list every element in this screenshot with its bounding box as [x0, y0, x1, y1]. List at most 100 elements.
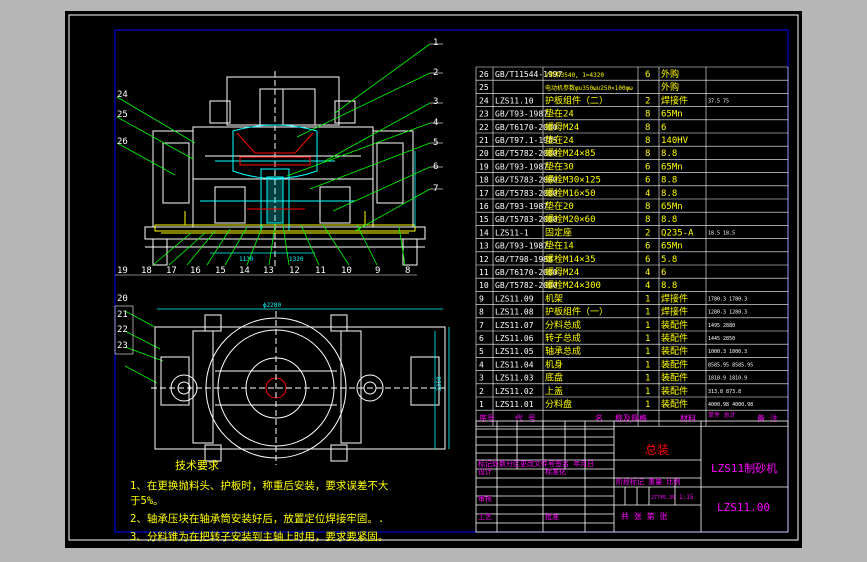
bom-header-spec: 称及规格	[615, 413, 647, 423]
bom-row-note: 5.8	[661, 255, 677, 265]
bom-row-qty: 4	[645, 189, 650, 199]
bom-row-no: 1	[479, 400, 484, 409]
tech-req-line-3: 2、轴承压块在轴承筒安装好后，放置定位焊接牢固。.	[130, 512, 384, 525]
plan-view	[151, 311, 446, 465]
bom-row-note: 装配件	[661, 332, 688, 344]
bom-row-code: LZS11.02	[495, 387, 534, 396]
bom-row-note: Q235-A	[661, 228, 694, 238]
bom-row-weight: 18.5 18.5	[708, 230, 735, 236]
bom-row-no: 25	[479, 83, 489, 92]
callout-18: 18	[141, 266, 152, 276]
callout-17: 17	[166, 266, 177, 276]
bom-row-code: LZS11.03	[495, 374, 534, 383]
bom-row-name: 螺栓M24×85	[545, 147, 596, 159]
callout-26: 26	[117, 137, 128, 147]
bom-row-qty: 8	[645, 149, 650, 159]
bom-row-qty: 6	[645, 162, 650, 172]
bom-row-name: 机架	[545, 292, 563, 304]
bom-row-no: 5	[479, 347, 484, 356]
bom-row-note: 焊接件	[661, 306, 688, 318]
bom-row-note: 8.8	[661, 176, 677, 186]
bom-row-name: 电动机参数φυ350ωυ250×100φω	[545, 84, 633, 92]
cad-drawing-sheet: 1130 1320 1 2 3 4 5 6 7 24 25 26 19 18 1…	[65, 11, 802, 548]
bom-row-no: 20	[479, 149, 489, 158]
bom-row-name: 垫在24	[545, 134, 574, 146]
bom-row-no: 21	[479, 136, 489, 145]
product-name: LZS11制砂机	[711, 461, 777, 475]
bom-row-no: 11	[479, 268, 489, 277]
label-approve: 批准	[545, 512, 559, 521]
bom-row-no: 4	[479, 360, 484, 369]
bom-row-note: 8.8	[661, 149, 677, 159]
callout-13: 13	[263, 266, 274, 276]
bom-row-qty: 1	[645, 334, 650, 344]
bom-row-no: 19	[479, 162, 489, 171]
bom-row-note: 外购	[661, 68, 679, 80]
bom-row-weight: 37.5 75	[708, 98, 729, 104]
bom-row-note: 8.8	[661, 281, 677, 291]
callout-3: 3	[433, 97, 438, 107]
callout-10: 10	[341, 266, 352, 276]
bom-row-name: 固定座	[545, 226, 572, 238]
callout-15: 15	[215, 266, 226, 276]
bom-row-name: 分料盘	[545, 398, 572, 410]
label-design: 设计	[478, 467, 492, 476]
bom-row-no: 13	[479, 242, 489, 251]
bom-row-note: 装配件	[661, 358, 688, 370]
bom-row-name: 分料总成	[545, 319, 581, 331]
bom-row-weight: 313.8 873.8	[708, 389, 741, 395]
callout-1: 1	[433, 38, 438, 48]
callout-21: 21	[117, 310, 128, 320]
bom-row-note: 6	[661, 123, 666, 133]
bom-row-no: 14	[479, 228, 489, 237]
left-motor-housing	[152, 130, 194, 228]
label-review: 审核	[478, 494, 492, 503]
bom-row-qty: 1	[645, 321, 650, 331]
bom-row-qty: 6	[645, 70, 650, 80]
bom-row-no: 16	[479, 202, 489, 211]
bom-row-code: LZS11.07	[495, 321, 534, 330]
bom-row-no: 17	[479, 189, 489, 198]
yellow-base-parts	[154, 211, 416, 234]
bom-row-no: 15	[479, 215, 489, 224]
bom-row-qty: 1	[645, 374, 650, 384]
rotor-shaft-detail	[200, 124, 355, 232]
bom-row-qty: 1	[645, 347, 650, 357]
bom-row-name: 螺栓M30×125	[545, 174, 601, 186]
bom-row-qty: 4	[645, 268, 650, 278]
bom-row-no: 8	[479, 308, 484, 317]
drawing-number: LZS11.00	[717, 501, 770, 514]
bom-row-qty: 1	[645, 308, 650, 318]
bom-row-note: 65Mn	[661, 110, 683, 120]
bom-header-material: 材料	[680, 413, 696, 423]
bom-row-note: 65Mn	[661, 202, 683, 212]
bom-row-qty: 2	[645, 96, 650, 106]
bom-row-note: 8.8	[661, 189, 677, 199]
bom-row-weight: 4000.98 4000.98	[708, 402, 753, 408]
bom-row-name: 垫在30	[545, 160, 574, 172]
label-standardize: 标准化	[545, 467, 566, 476]
tech-req-line-2: 于5%。	[130, 495, 164, 507]
bom-row-name: 轴承总成	[545, 345, 581, 357]
bom-row-no: 3	[479, 374, 484, 383]
callout-9: 9	[375, 266, 380, 276]
bom-row-weight: 1810.9 1810.9	[708, 376, 747, 382]
bom-row-weight: 1780.3 1780.3	[708, 296, 747, 302]
plan-dimensions	[157, 308, 450, 449]
bom-row-name: 螺栓M20×60	[545, 213, 596, 225]
bom-row-name: 螺栓M16×50	[545, 187, 596, 199]
bom-header-note: 备 注	[757, 413, 778, 423]
assembly-title: 总装	[645, 443, 669, 457]
bom-table: 26 GB/T11544-1997V带带3540, 1=4320 6 外购25 电动机参…	[475, 66, 789, 427]
bom-row-name: V带带3540, 1=4320	[545, 71, 604, 79]
bom-row-note: 65Mn	[661, 162, 683, 172]
stage-mark-header: 阶段标记 重量 比例	[616, 477, 680, 486]
bom-row-name: 螺母M24	[545, 267, 579, 278]
bom-row-code: LZS11.08	[495, 308, 534, 317]
bom-row-qty: 8	[645, 136, 650, 146]
bom-row-note: 装配件	[661, 345, 688, 357]
bom-row-note: 焊接件	[661, 94, 688, 106]
bom-row-qty: 6	[645, 176, 650, 186]
callout-14: 14	[239, 266, 250, 276]
callout-20: 20	[117, 294, 128, 304]
